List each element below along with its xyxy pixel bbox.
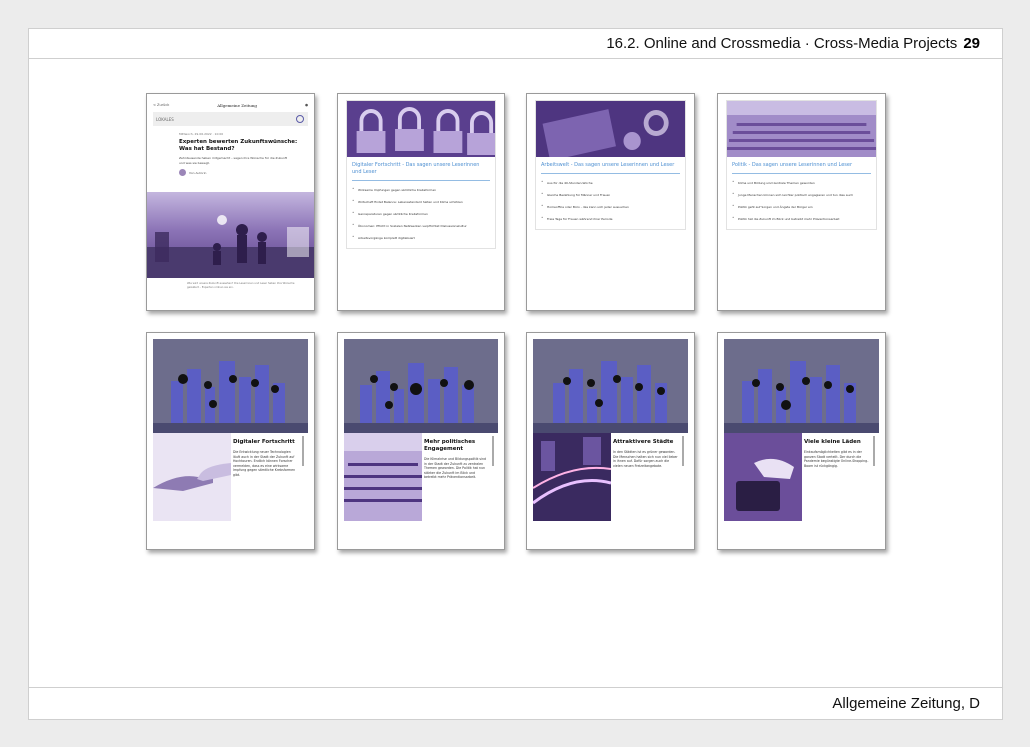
list-item: Politik geht auf Sorgen und Ängste der B… [727, 204, 876, 209]
thumbnail-list-politics: Politik - Das sagen unsere Leserinnen un… [717, 93, 886, 311]
story-image-city-traffic [532, 433, 612, 521]
thumbnail-list-work: Arbeitswelt - Das sagen unsere Leserinne… [526, 93, 695, 311]
list-divider [352, 180, 490, 181]
list-image-locks [347, 101, 496, 157]
list-item: Genreparaturen gegen sämtliche Krebsform… [347, 211, 495, 216]
story-image-robot-hand [153, 433, 231, 521]
list-card: Digitaler Fortschritt - Das sagen unsere… [346, 100, 496, 249]
list-item: Wirtschaft findet Balance: Lebensstandar… [347, 199, 495, 204]
header-title: 16.2. Online and Crossmedia · Cross-Medi… [606, 35, 958, 52]
story-text: Mehr politisches Engagement Die Klimakri… [424, 439, 488, 480]
page-header: 16.2. Online and Crossmedia · Cross-Medi… [29, 29, 1002, 59]
article-lead: Zehntausende haben mitgemacht – sagen ih… [179, 156, 288, 165]
footer-source: Allgemeine Zeitung, D [832, 695, 980, 712]
list-item: Homeoffice oder Büro - das kann sich jed… [536, 204, 685, 209]
thumbnail-list-digital: Digitaler Fortschritt - Das sagen unsere… [337, 93, 505, 311]
story-title: Attraktivere Städte [613, 439, 674, 445]
list-item: Junge Menschen können sich leichter poli… [727, 192, 876, 197]
list-item: Politik hat die Zukunft im Blick und bet… [727, 216, 876, 221]
thumbnail-story-shops: Viele kleine Läden Einkaufsmöglichkeiten… [717, 332, 886, 550]
list-item: Ökonomen: Pflicht in Sozialen Netzwerken… [347, 223, 495, 228]
story-title: Digitaler Fortschritt [233, 439, 295, 445]
list-title: Arbeitswelt - Das sagen unsere Leserinne… [541, 162, 675, 168]
document-page: 16.2. Online and Crossmedia · Cross-Medi… [28, 28, 1003, 720]
list-card: Politik - Das sagen unsere Leserinnen un… [726, 100, 877, 230]
list-item: Klima und Bildung sind zentrale Themen g… [727, 180, 876, 185]
list-divider [732, 173, 871, 174]
story-panel: Viele kleine Läden Einkaufsmöglichkeiten… [724, 433, 879, 521]
list-item: Aus für die 40-Stunden-Woche [536, 180, 685, 185]
back-link: < Zurück [153, 103, 170, 107]
nav-label: LOKALES [156, 116, 174, 122]
city-illustration [344, 339, 498, 433]
thumbnail-story-digital: Digitaler Fortschritt Die Entwicklung ne… [146, 332, 315, 550]
author-name: Von Autorin [189, 170, 207, 175]
city-illustration [724, 339, 879, 433]
farm-scene-image [147, 215, 314, 278]
story-scrollbar[interactable] [682, 436, 684, 466]
page-footer: Allgemeine Zeitung, D [29, 687, 1002, 719]
article-topbar: < Zurück Allgemeine Zeitung ● [153, 100, 308, 110]
story-panel: Digitaler Fortschritt Die Entwicklung ne… [153, 433, 308, 521]
story-text: Viele kleine Läden Einkaufsmöglichkeiten… [804, 439, 869, 468]
story-text: Attraktivere Städte In den Städten ist e… [613, 439, 678, 468]
story-body: Die Klimakrise und Bildungspolitik sind … [424, 457, 487, 480]
list-item: Wirksame Impfungen gegen sämtliche Krebs… [347, 187, 495, 192]
list-divider [541, 173, 680, 174]
page-number: 29 [963, 35, 980, 52]
thumbnail-story-cities: Attraktivere Städte In den Städten ist e… [526, 332, 695, 550]
list-title: Politik - Das sagen unsere Leserinnen un… [732, 162, 853, 168]
story-image-card-payment [724, 433, 802, 521]
city-illustration [533, 339, 688, 433]
list-item: Gleiche Bezahlung für Männer und Frauen [536, 192, 685, 197]
loader-icon [296, 115, 304, 123]
story-title: Viele kleine Läden [804, 439, 861, 445]
newspaper-logo: Allgemeine Zeitung [217, 102, 257, 108]
story-text: Digitaler Fortschritt Die Entwicklung ne… [233, 439, 298, 478]
list-item: Arbeitsvorgänge komplett digitalisiert [347, 235, 495, 240]
list-image-parliament [727, 101, 876, 157]
list-card: Arbeitswelt - Das sagen unsere Leserinne… [535, 100, 686, 230]
article-title: Experten bewerten Zukunftswünsche: Was h… [179, 139, 298, 152]
story-image-parliament [344, 433, 422, 521]
story-body: Die Entwicklung neuer Technologien läuft… [233, 450, 296, 477]
article-nav: LOKALES [153, 112, 308, 126]
story-panel: Mehr politisches Engagement Die Klimakri… [344, 433, 498, 521]
author-avatar [179, 169, 186, 176]
story-panel: Attraktivere Städte In den Städten ist e… [532, 433, 688, 521]
story-scrollbar[interactable] [873, 436, 875, 466]
thumbnail-article: < Zurück Allgemeine Zeitung ● LOKALES Mi… [146, 93, 315, 311]
list-title: Digitaler Fortschritt - Das sagen unsere… [352, 162, 480, 175]
story-title: Mehr politisches Engagement [424, 439, 476, 452]
city-illustration [153, 339, 308, 433]
story-scrollbar[interactable] [302, 436, 304, 466]
article-photo [147, 192, 314, 278]
list-item: Freie Tage für Frauen während ihrer Peri… [536, 216, 685, 221]
story-scrollbar[interactable] [492, 436, 494, 466]
thumbnail-story-politics: Mehr politisches Engagement Die Klimakri… [337, 332, 505, 550]
story-body: Einkaufsmöglichkeiten gibt es in der gan… [804, 450, 869, 468]
article-meta: Mittwoch, 29.06.2022 · 10:00 [179, 132, 224, 136]
story-body: In den Städten ist es grüner geworden. D… [613, 450, 678, 468]
article-author: Von Autorin [153, 169, 308, 176]
menu-icon: ● [304, 103, 308, 107]
list-image-laptop [536, 101, 685, 161]
article-caption: Wie wird unsere Zukunft aussehen? Die Le… [187, 282, 295, 289]
